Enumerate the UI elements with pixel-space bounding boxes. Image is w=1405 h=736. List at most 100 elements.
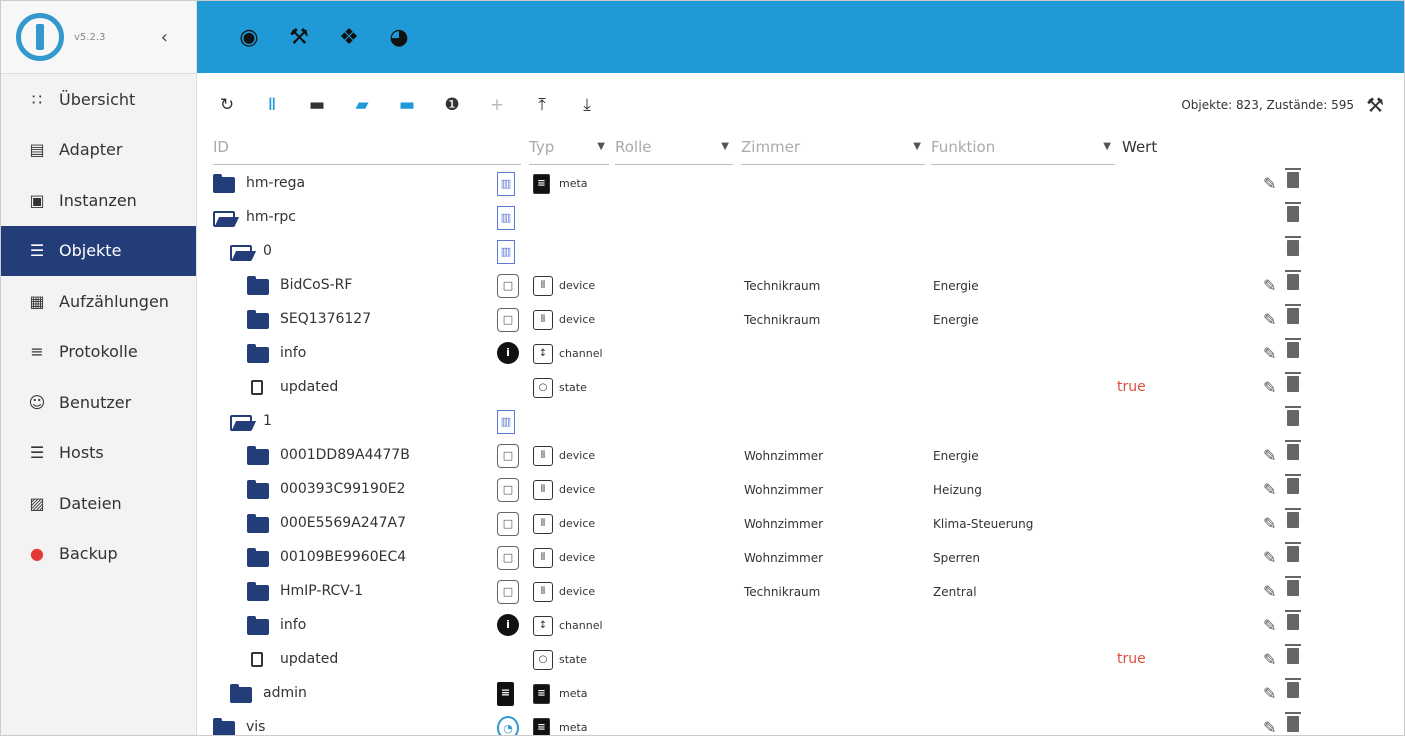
folder-icon[interactable] <box>247 582 269 601</box>
folder-open-icon[interactable]: ▰ <box>346 91 378 119</box>
edit-icon[interactable]: ✎ <box>1263 548 1276 567</box>
delete-icon[interactable] <box>1285 712 1301 732</box>
delete-icon[interactable] <box>1285 406 1301 426</box>
edit-icon[interactable]: ✎ <box>1263 718 1276 735</box>
edit-icon[interactable]: ✎ <box>1263 514 1276 533</box>
delete-icon[interactable] <box>1285 168 1301 188</box>
folder-icon[interactable] <box>247 616 269 635</box>
sidebar-item-objekte[interactable]: ☰ Objekte <box>1 225 196 276</box>
object-id[interactable]: 0001DD89A4477B <box>280 447 410 463</box>
folder-icon[interactable] <box>247 548 269 567</box>
edit-icon[interactable]: ✎ <box>1263 174 1276 193</box>
table-row[interactable]: updated ○ state true ✎ <box>197 643 1404 677</box>
edit-icon[interactable]: ✎ <box>1263 310 1276 329</box>
sidebar-item-benutzer[interactable]: ☺ Benutzer <box>1 377 196 428</box>
object-value[interactable]: true <box>1117 379 1146 395</box>
table-row[interactable]: BidCoS-RF □ ⫴ device Technikraum Energie ✎ <box>197 269 1404 303</box>
object-id[interactable]: hm-rega <box>246 175 305 191</box>
typ-filter-select[interactable]: Typ ▼ <box>529 138 609 165</box>
table-row[interactable]: 000393C99190E2 □ ⫴ device Wohnzimmer Heizung ✎ <box>197 473 1404 507</box>
folder-icon[interactable]: ▬ <box>391 91 423 119</box>
add-icon[interactable]: + <box>481 91 513 119</box>
download-icon[interactable]: ⤓ <box>571 91 603 119</box>
one-level-icon[interactable]: ❶ <box>436 91 468 119</box>
sidebar-item-backup[interactable]: ● Backup <box>1 529 196 580</box>
folder-icon[interactable] <box>247 514 269 533</box>
folder-icon[interactable] <box>230 684 252 703</box>
sidebar-item-adapter[interactable]: ▤ Adapter <box>1 125 196 176</box>
refresh-icon[interactable]: ↻ <box>211 91 243 119</box>
table-row[interactable]: 0 ▥ <box>197 235 1404 269</box>
sidebar-item-hosts[interactable]: ☰ Hosts <box>1 428 196 479</box>
table-row[interactable]: SEQ1376127 □ ⫴ device Technikraum Energie ✎ <box>197 303 1404 337</box>
table-row[interactable]: hm-rpc ▥ <box>197 201 1404 235</box>
edit-icon[interactable]: ✎ <box>1263 582 1276 601</box>
folder-open-icon[interactable] <box>230 415 252 431</box>
delete-icon[interactable] <box>1285 236 1301 256</box>
funktion-filter-select[interactable]: Funktion ▼ <box>931 138 1115 165</box>
object-id[interactable]: 00109BE9960EC4 <box>280 549 406 565</box>
edit-icon[interactable]: ✎ <box>1263 276 1276 295</box>
edit-icon[interactable]: ✎ <box>1263 480 1276 499</box>
delete-icon[interactable] <box>1285 338 1301 358</box>
object-id[interactable]: HmIP-RCV-1 <box>280 583 363 599</box>
settings-wrench-icon[interactable]: ⚒ <box>1366 93 1384 117</box>
folder-icon[interactable] <box>213 718 235 735</box>
edit-icon[interactable]: ✎ <box>1263 378 1276 397</box>
object-id[interactable]: updated <box>280 379 338 395</box>
table-row[interactable]: 000E5569A247A7 □ ⫴ device Wohnzimmer Klima-St… <box>197 507 1404 541</box>
object-id[interactable]: admin <box>263 685 307 701</box>
object-id[interactable]: SEQ1376127 <box>280 311 371 327</box>
table-row[interactable]: HmIP-RCV-1 □ ⫴ device Technikraum Zentral ✎ <box>197 575 1404 609</box>
sidebar-item-instanzen[interactable]: ▣ Instanzen <box>1 175 196 226</box>
rolle-filter-select[interactable]: Rolle ▼ <box>615 138 733 165</box>
delete-icon[interactable] <box>1285 610 1301 630</box>
object-id[interactable]: vis <box>246 719 265 735</box>
upload-icon[interactable]: ⤒ <box>526 91 558 119</box>
head-icon[interactable]: ◕ <box>385 25 413 50</box>
folder-open-icon[interactable] <box>213 211 235 227</box>
eye-icon[interactable]: ◉ <box>235 25 263 50</box>
folder-icon[interactable] <box>247 446 269 465</box>
folder-icon[interactable] <box>247 480 269 499</box>
bug-icon[interactable]: ❖ <box>335 25 363 50</box>
delete-icon[interactable] <box>1285 202 1301 222</box>
folder-icon[interactable] <box>247 310 269 329</box>
delete-icon[interactable] <box>1285 474 1301 494</box>
table-row[interactable]: 1 ▥ <box>197 405 1404 439</box>
sidebar-item-aufzählungen[interactable]: ▦ Aufzählungen <box>1 276 196 327</box>
edit-icon[interactable]: ✎ <box>1263 344 1276 363</box>
delete-icon[interactable] <box>1285 440 1301 460</box>
delete-icon[interactable] <box>1285 542 1301 562</box>
delete-icon[interactable] <box>1285 576 1301 596</box>
edit-icon[interactable]: ✎ <box>1263 650 1276 669</box>
folder-closed-icon[interactable]: ▬ <box>301 91 333 119</box>
sidebar-item-protokolle[interactable]: ≡ Protokolle <box>1 327 196 378</box>
object-id[interactable]: 0 <box>263 243 272 259</box>
delete-icon[interactable] <box>1285 270 1301 290</box>
object-id[interactable]: 1 <box>263 413 272 429</box>
wrench-icon[interactable]: ⚒ <box>285 25 313 50</box>
table-row[interactable]: admin ≡ ≡ meta ✎ <box>197 677 1404 711</box>
folder-open-icon[interactable] <box>230 245 252 261</box>
object-id[interactable]: BidCoS-RF <box>280 277 352 293</box>
zimmer-filter-select[interactable]: Zimmer ▼ <box>741 138 925 165</box>
table-row[interactable]: updated ○ state true ✎ <box>197 371 1404 405</box>
object-value[interactable]: true <box>1117 651 1146 667</box>
object-id[interactable]: info <box>280 345 306 361</box>
table-row[interactable]: 00109BE9960EC4 □ ⫴ device Wohnzimmer Sperren ✎ <box>197 541 1404 575</box>
id-filter-input[interactable]: ID <box>213 138 521 165</box>
delete-icon[interactable] <box>1285 508 1301 528</box>
columns-icon[interactable]: Ⅱ <box>256 91 288 119</box>
edit-icon[interactable]: ✎ <box>1263 616 1276 635</box>
delete-icon[interactable] <box>1285 372 1301 392</box>
table-row[interactable]: info i ↕ channel ✎ <box>197 609 1404 643</box>
object-id[interactable]: info <box>280 617 306 633</box>
folder-icon[interactable] <box>247 276 269 295</box>
sidebar-item-übersicht[interactable]: ∷ Übersicht <box>1 74 196 125</box>
object-id[interactable]: 000393C99190E2 <box>280 481 406 497</box>
delete-icon[interactable] <box>1285 304 1301 324</box>
object-id[interactable]: hm-rpc <box>246 209 296 225</box>
object-id[interactable]: 000E5569A247A7 <box>280 515 406 531</box>
sidebar-item-dateien[interactable]: ▨ Dateien <box>1 478 196 529</box>
